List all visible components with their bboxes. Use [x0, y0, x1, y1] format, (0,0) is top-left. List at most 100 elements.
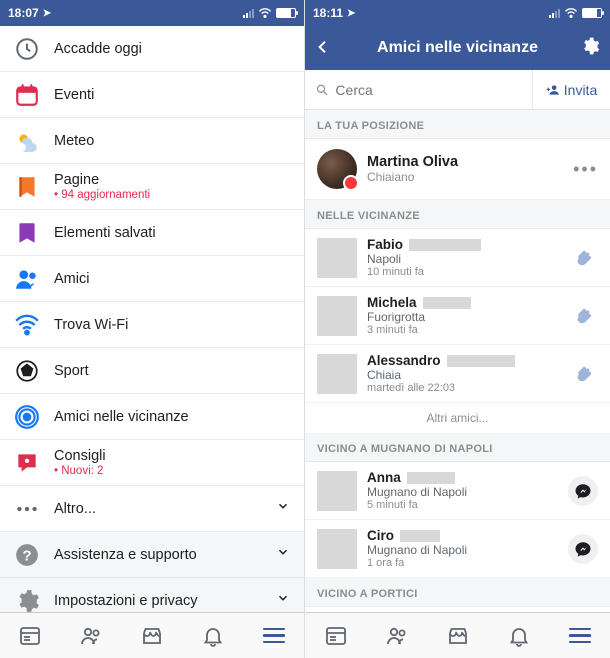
signal-icon [549, 8, 560, 18]
your-location-row[interactable]: Martina Oliva Chiaiano ••• [305, 139, 610, 200]
back-button[interactable] [315, 35, 335, 61]
menu-item-friends[interactable]: Amici [0, 256, 304, 302]
wave-button[interactable] [568, 359, 598, 389]
location-arrow-icon: ➤ [347, 8, 355, 19]
friend-row[interactable]: Alessandro Chiaiamartedì alle 22:03 [305, 345, 610, 403]
friend-name: Anna [367, 470, 558, 485]
tab-marketplace[interactable] [427, 613, 488, 658]
friend-time: 10 minuti fa [367, 266, 558, 278]
friend-location: Napoli [367, 252, 558, 266]
friend-row[interactable]: Michela Fuorigrotta3 minuti fa [305, 287, 610, 345]
avatar [317, 149, 357, 189]
add-friend-icon [546, 83, 560, 97]
saved-icon [14, 220, 40, 246]
friend-name: Michela [367, 295, 558, 310]
friend-time: 1 ora fa [367, 557, 558, 569]
menu-list[interactable]: Accadde oggi Eventi Meteo Pagine• 94 aggior… [0, 26, 304, 612]
menu-item-title: Pagine [54, 172, 290, 188]
section-nearby: NELLE VICINANZE [305, 200, 610, 229]
signal-icon [243, 8, 254, 18]
menu-item-events[interactable]: Eventi [0, 72, 304, 118]
friend-row[interactable]: Ciro Mugnano di Napoli1 ora fa [305, 520, 610, 578]
message-button[interactable] [568, 534, 598, 564]
menu-item-weather[interactable]: Meteo [0, 118, 304, 164]
menu-item-nearby[interactable]: Amici nelle vicinanze [0, 394, 304, 440]
menu-item-title: Sport [54, 363, 290, 379]
today-icon [14, 36, 40, 62]
wifi-icon [258, 8, 272, 18]
tab-marketplace[interactable] [122, 613, 183, 658]
chevron-down-icon [276, 545, 290, 564]
menu-item-saved[interactable]: Elementi salvati [0, 210, 304, 256]
header-title: Amici nelle vicinanze [343, 39, 572, 57]
menu-item-more[interactable]: Altro... [0, 486, 304, 532]
more-options-button[interactable]: ••• [573, 159, 598, 180]
search-input[interactable] [335, 82, 522, 98]
section-mugnano: VICINO A MUGNANO DI NAPOLI [305, 433, 610, 462]
menu-item-pages[interactable]: Pagine• 94 aggiornamenti [0, 164, 304, 210]
friend-time: martedì alle 22:03 [367, 382, 558, 394]
friend-row[interactable]: Fabio Napoli10 minuti fa [305, 229, 610, 287]
tab-friends[interactable] [61, 613, 122, 658]
redacted-surname [409, 239, 481, 251]
friend-name: Fabio [367, 237, 558, 252]
menu-item-title: Consigli [54, 448, 290, 464]
friend-photo [317, 529, 357, 569]
redacted-surname [407, 472, 455, 484]
tab-friends[interactable] [366, 613, 427, 658]
menu-item-help[interactable]: ? Assistenza e supporto [0, 532, 304, 578]
settings-icon [14, 588, 40, 613]
wave-button[interactable] [568, 301, 598, 331]
tab-notifications[interactable] [488, 613, 549, 658]
friend-photo [317, 296, 357, 336]
nearby-icon [14, 404, 40, 430]
menu-item-title: Assistenza e supporto [54, 547, 262, 563]
tab-menu[interactable] [549, 613, 610, 658]
menu-item-tips[interactable]: Consigli• Nuovi: 2 [0, 440, 304, 486]
menu-item-subtitle: • Nuovi: 2 [54, 465, 290, 477]
menu-item-title: Eventi [54, 87, 290, 103]
search-field[interactable] [305, 70, 532, 109]
message-button[interactable] [568, 476, 598, 506]
friends-icon [14, 266, 40, 292]
menu-item-sport[interactable]: Sport [0, 348, 304, 394]
bottom-tab-bar [0, 612, 304, 658]
status-bar: 18:11➤ [305, 0, 610, 26]
settings-button[interactable] [580, 36, 600, 61]
tab-menu[interactable] [243, 613, 304, 658]
search-row: Invita [305, 70, 610, 110]
menu-item-wifi[interactable]: Trova Wi-Fi [0, 302, 304, 348]
friend-location: Mugnano di Napoli [367, 543, 558, 557]
menu-item-subtitle: • 94 aggiornamenti [54, 189, 290, 201]
more-friends-link[interactable]: Altri amici... [305, 403, 610, 433]
invite-button[interactable]: Invita [532, 70, 610, 109]
chevron-down-icon [276, 499, 290, 518]
tab-notifications[interactable] [182, 613, 243, 658]
pages-icon [14, 174, 40, 200]
section-your-location: LA TUA POSIZIONE [305, 110, 610, 139]
menu-item-settings[interactable]: Impostazioni e privacy [0, 578, 304, 612]
menu-item-title: Elementi salvati [54, 225, 290, 241]
menu-item-title: Amici [54, 271, 290, 287]
location-arrow-icon: ➤ [43, 8, 51, 19]
menu-item-title: Trova Wi-Fi [54, 317, 290, 333]
nearby-scroll[interactable]: LA TUA POSIZIONE Martina Oliva Chiaiano … [305, 110, 610, 612]
tab-feed[interactable] [305, 613, 366, 658]
menu-item-title: Impostazioni e privacy [54, 593, 262, 609]
svg-text:?: ? [22, 547, 31, 564]
menu-item-title: Altro... [54, 501, 262, 517]
menu-item-today[interactable]: Accadde oggi [0, 26, 304, 72]
events-icon [14, 82, 40, 108]
search-icon [315, 82, 329, 98]
weather-icon [14, 128, 40, 154]
bottom-tab-bar [305, 612, 610, 658]
friend-name: Alessandro [367, 353, 558, 368]
friend-row[interactable]: Anna Mugnano di Napoli5 minuti fa [305, 462, 610, 520]
battery-icon [276, 8, 296, 18]
wave-button[interactable] [568, 243, 598, 273]
menu-item-title: Meteo [54, 133, 290, 149]
status-bar: 18:07➤ [0, 0, 304, 26]
tab-feed[interactable] [0, 613, 61, 658]
friend-photo [317, 354, 357, 394]
redacted-surname [423, 297, 471, 309]
